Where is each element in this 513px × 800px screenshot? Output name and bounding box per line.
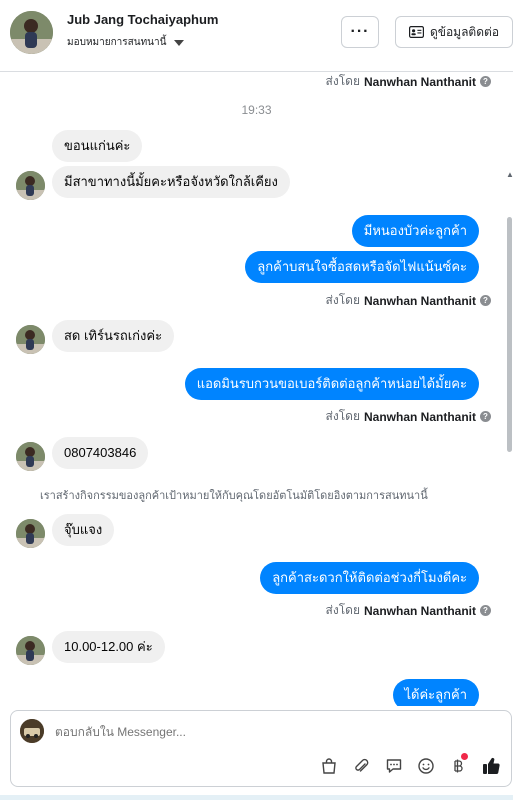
like-icon[interactable] bbox=[480, 755, 502, 777]
agent-name: Nanwhan Nanthanit bbox=[363, 409, 476, 424]
outgoing-message[interactable]: แอดมินรบกวนขอเบอร์ติดต่อลูกค้าหน่อยได้มั… bbox=[184, 368, 479, 400]
reply-input[interactable] bbox=[55, 725, 355, 739]
sent-by-prefix: ส่งโดย bbox=[325, 603, 360, 617]
info-icon[interactable]: ? bbox=[480, 411, 491, 422]
contact-avatar-small bbox=[16, 442, 45, 471]
conversation-header: Jub Jang Tochaiyaphum มอบหมายการสนทนานี้… bbox=[0, 0, 513, 72]
incoming-message[interactable]: 10.00-12.00 ค่ะ bbox=[52, 631, 165, 663]
notification-dot bbox=[461, 753, 468, 760]
contact-card-icon bbox=[408, 26, 424, 38]
message-thread[interactable]: ส่งโดย Nanwhan Nanthanit ? 19:33 ขอนแก่น… bbox=[0, 72, 513, 706]
outgoing-message[interactable]: มีหนองบัวค่ะลูกค้า bbox=[351, 215, 479, 247]
caret-down-icon bbox=[174, 39, 185, 46]
contact-avatar-small bbox=[16, 171, 45, 200]
info-icon[interactable]: ? bbox=[480, 76, 491, 87]
assign-conversation-dropdown[interactable]: มอบหมายการสนทนานี้ bbox=[67, 35, 185, 50]
incoming-message[interactable]: สด เทิร์นรถเก่งค่ะ bbox=[52, 320, 175, 352]
info-icon[interactable]: ? bbox=[480, 605, 491, 616]
bottom-edge bbox=[0, 795, 513, 800]
outgoing-message[interactable]: ลูกค้าสะดวกให้ติดต่อช่วงกี่โมงดีคะ bbox=[260, 562, 479, 594]
view-contact-label: ดูข้อมูลติดต่อ bbox=[429, 24, 500, 39]
bag-icon[interactable] bbox=[318, 755, 340, 777]
sent-by-prefix: ส่งโดย bbox=[325, 74, 360, 88]
contact-avatar[interactable] bbox=[10, 11, 53, 54]
incoming-message[interactable]: 0807403846 bbox=[52, 437, 149, 469]
incoming-message[interactable]: จุ๊บแจง bbox=[52, 514, 115, 546]
baht-icon[interactable] bbox=[447, 753, 469, 777]
quick-reply-icon[interactable] bbox=[383, 755, 405, 777]
agent-name: Nanwhan Nanthanit bbox=[363, 603, 476, 618]
agent-name: Nanwhan Nanthanit bbox=[363, 293, 476, 308]
paperclip-icon[interactable] bbox=[350, 755, 372, 777]
scrollbar-thumb[interactable] bbox=[507, 217, 512, 452]
assign-label: มอบหมายการสนทนานี้ bbox=[67, 37, 167, 48]
contact-avatar-small bbox=[16, 325, 45, 354]
sent-by-prefix: ส่งโดย bbox=[325, 409, 360, 423]
outgoing-message[interactable]: ได้ค่ะลูกค้า bbox=[392, 679, 479, 706]
message-timestamp: 19:33 bbox=[241, 103, 272, 117]
emoji-icon[interactable] bbox=[415, 755, 437, 777]
sent-by-line: ส่งโดย Nanwhan Nanthanit ? bbox=[326, 72, 491, 91]
sent-by-line: ส่งโดย Nanwhan Nanthanit ? bbox=[326, 291, 491, 310]
sent-by-line: ส่งโดย Nanwhan Nanthanit ? bbox=[326, 601, 491, 620]
contact-avatar-small bbox=[16, 519, 45, 548]
contact-name[interactable]: Jub Jang Tochaiyaphum bbox=[67, 12, 218, 27]
view-contact-button[interactable]: ดูข้อมูลติดต่อ bbox=[395, 16, 513, 48]
outgoing-message[interactable]: ลูกค้าบสนใจซื้อสดหรือจัดไฟแน้นซ์คะ bbox=[245, 251, 479, 283]
incoming-message[interactable]: ขอนแก่นค่ะ bbox=[52, 130, 143, 162]
more-options-button[interactable]: ··· bbox=[341, 16, 379, 48]
info-icon[interactable]: ? bbox=[480, 295, 491, 306]
sent-by-prefix: ส่งโดย bbox=[325, 293, 360, 307]
scroll-up-arrow-icon[interactable]: ▲ bbox=[506, 170, 513, 179]
reply-composer bbox=[10, 710, 512, 787]
contact-avatar-small bbox=[16, 636, 45, 665]
system-note: เราสร้างกิจกรรมของลูกค้าเป้าหมายให้กับคุ… bbox=[40, 490, 428, 502]
incoming-message[interactable]: มีสาขาทางนี้มั้ยคะหรือจังหวัดใกล้เคียง bbox=[52, 166, 290, 198]
page-avatar bbox=[20, 719, 44, 743]
agent-name: Nanwhan Nanthanit bbox=[363, 74, 476, 89]
sent-by-line: ส่งโดย Nanwhan Nanthanit ? bbox=[326, 407, 491, 426]
